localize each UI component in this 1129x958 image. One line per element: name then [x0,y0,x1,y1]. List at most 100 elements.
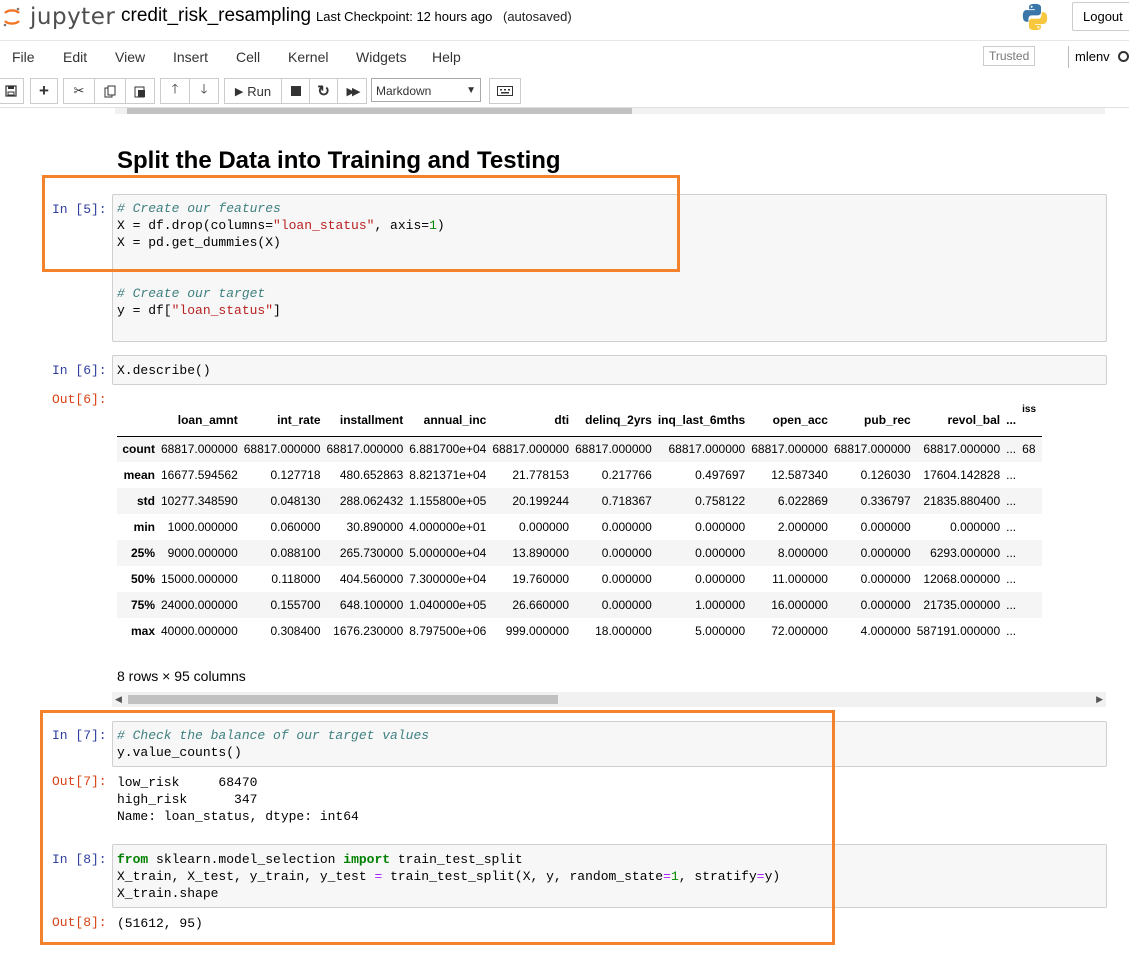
column-header: int_rate [243,404,327,437]
table-cell: 12068.000000 [923,572,1001,586]
column-header: inq_last_6mths [657,404,752,437]
dataframe-scrollbar[interactable]: ◀ ▶ [112,692,1106,707]
table-cell: 6.881700e+04 [409,442,487,457]
table-cell: 13.890000 [512,546,570,560]
table-cell: 4.000000 [860,624,911,638]
restart-run-all-button[interactable]: ▶▶ [337,78,367,104]
scissors-icon: ✂ [73,83,85,98]
table-cell: 0.336797 [860,494,911,508]
table-cell: 0.000000 [601,598,652,612]
cell-type-select[interactable]: Markdown ▼ [371,78,481,102]
scroll-left-icon[interactable]: ◀ [115,694,122,705]
table-cell: 0.000000 [695,520,746,534]
column-header: open_acc [751,404,834,437]
column-header: annual_inc [409,404,493,437]
plus-icon: + [39,81,49,100]
paste-button[interactable] [125,78,155,104]
table-cell: 26.660000 [512,598,570,612]
table-cell: 0.000000 [950,520,1001,534]
notebook-name[interactable]: credit_risk_resampling [121,5,311,27]
column-header: ... [1006,404,1023,437]
kernel-name[interactable]: mlenv [1075,49,1110,64]
table-cell: 10277.348590 [161,494,238,508]
table-cell: 1.155800e+05 [409,494,487,508]
trusted-indicator[interactable]: Trusted [983,46,1035,66]
move-up-button[interactable]: 🡑 [160,78,190,104]
table-cell: 68817.000000 [326,442,404,457]
menu-help[interactable]: Help [432,49,461,65]
table-cell: 68817.000000 [833,442,911,457]
notebook-header: jupyter credit_risk_resampling Last Chec… [0,0,1129,40]
menu-kernel[interactable]: Kernel [288,49,328,65]
notebook-container[interactable]: Split the Data into Training and Testing… [0,108,1129,958]
markdown-heading: Split the Data into Training and Testing [117,147,561,174]
table-cell [1022,462,1042,488]
stop-icon [290,86,301,96]
previous-output-scrollbar[interactable] [115,108,1105,114]
table-cell: 0.000000 [695,572,746,586]
jupyter-logo[interactable]: jupyter [2,4,115,30]
table-cell: 1.040000e+05 [409,598,487,612]
cell-type-value: Markdown [376,84,432,98]
column-header: iss [1022,404,1043,437]
insert-cell-button[interactable]: + [30,78,58,104]
table-cell: 0.000000 [860,520,911,534]
run-button[interactable]: ▶ Run [224,78,282,104]
cut-button[interactable]: ✂ [63,78,95,104]
column-header: pub_rec [833,404,917,437]
table-cell: 0.127718 [270,468,321,482]
table-cell: 20.199244 [512,494,570,508]
code-token: "loan_status" [171,303,274,318]
table-cell: 8.821371e+04 [409,468,487,482]
menu-widgets[interactable]: Widgets [356,49,407,65]
checkpoint-status: Last Checkpoint: 12 hours ago [316,9,493,24]
kernel-idle-icon [1118,51,1129,62]
table-cell: 68817.000000 [492,442,570,457]
scroll-right-icon[interactable]: ▶ [1096,694,1103,705]
table-cell: 0.000000 [601,572,652,586]
table-row: max 40000.000000 0.308400 1676.230000 8.7975… [117,618,1042,644]
table-row: 50% 15000.000000 0.118000 404.560000 7.30000… [117,566,1042,592]
table-cell: 0.118000 [271,572,321,586]
menu-edit[interactable]: Edit [63,49,87,65]
table-cell: 0.048130 [270,494,321,508]
table-cell [1022,514,1042,540]
table-cell: 21735.000000 [923,598,1001,612]
scrollbar-thumb[interactable] [127,108,632,114]
table-cell: 68817.000000 [668,442,746,457]
menu-insert[interactable]: Insert [173,49,208,65]
interrupt-button[interactable] [281,78,310,104]
code-cell-6-source[interactable]: X.describe() [117,362,211,379]
kernel-separator [1068,46,1069,68]
scrollbar-thumb[interactable] [128,695,558,704]
table-cell: 0.000000 [519,520,570,534]
menu-file[interactable]: File [12,49,35,65]
copy-button[interactable] [94,78,126,104]
autosave-status: (autosaved) [503,9,572,24]
table-row: count 68817.000000 68817.000000 68817.00000… [117,436,1043,462]
menu-view[interactable]: View [115,49,145,65]
move-down-button[interactable]: 🡓 [189,78,219,104]
restart-button[interactable]: ↻ [309,78,338,104]
table-cell: 0.497697 [695,468,746,482]
table-cell: 21.778153 [512,468,570,482]
column-header: loan_amnt [161,404,244,437]
table-cell: ... [1006,624,1017,638]
column-header: delinq_2yrs [575,404,658,437]
table-cell: 2.000000 [777,520,828,534]
chevron-down-icon: ▼ [466,85,476,96]
highlight-box-balance-split [40,710,835,945]
table-cell: 6.022869 [777,494,828,508]
menu-cell[interactable]: Cell [236,49,260,65]
table-cell: 16.000000 [771,598,828,612]
code-token: ] [273,303,281,318]
save-button[interactable] [0,78,24,104]
out-prompt-6: Out[6]: [52,392,107,407]
command-palette-button[interactable] [489,78,521,104]
describe-dataframe: loan_amnt int_rate installment annual_inc dt… [117,404,1043,644]
code-token: y = df[ [117,303,172,318]
code-cell-6[interactable] [112,355,1107,385]
logout-button[interactable]: Logout [1072,2,1129,31]
in-prompt-6: In [6]: [52,363,107,378]
code-token: # Create our target [117,286,266,301]
